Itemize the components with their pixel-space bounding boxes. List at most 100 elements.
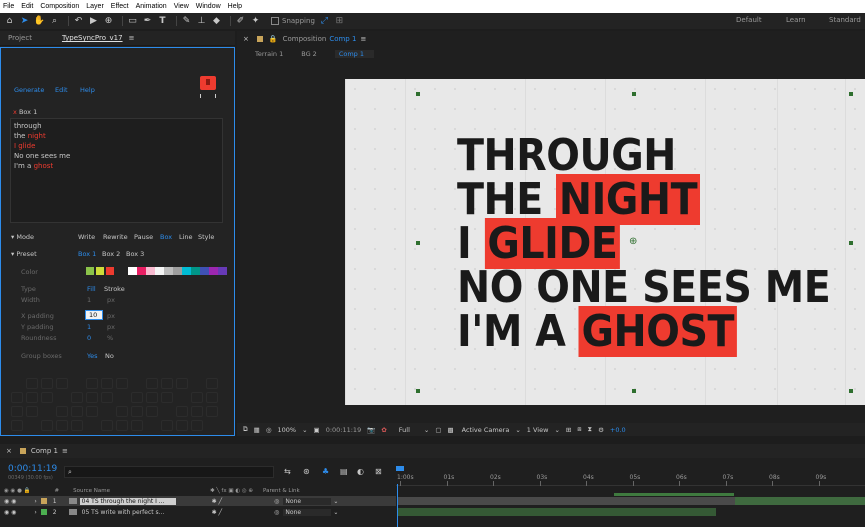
viewer-comp-name[interactable]: Comp 1 (329, 35, 356, 43)
nav-help[interactable]: Help (80, 86, 95, 94)
box-tab[interactable]: x Box 1 (13, 108, 37, 116)
layer-label-color[interactable] (40, 498, 47, 504)
x-padding-input[interactable]: 10 (85, 310, 103, 320)
motion-blur-icon[interactable]: ◐ (357, 467, 364, 476)
color-swatch[interactable] (137, 267, 146, 275)
roto-brush-tool-icon[interactable]: ✐ (235, 16, 246, 27)
box-close-icon[interactable]: x (13, 108, 17, 116)
viewer-close-icon[interactable]: × (243, 35, 249, 43)
width-value[interactable]: 1 (87, 296, 91, 304)
bbox-handle[interactable] (849, 92, 853, 96)
menu-layer[interactable]: Layer (86, 3, 104, 10)
toggle-pixel-icon[interactable]: ⊞ (566, 426, 571, 434)
lyrics-textarea[interactable]: through the night I glide No one sees me… (10, 118, 223, 223)
bbox-handle[interactable] (416, 389, 420, 393)
color-swatch[interactable] (146, 267, 155, 275)
layer-bar-segment[interactable] (735, 497, 865, 505)
type-stroke[interactable]: Stroke (104, 285, 125, 293)
mode-rewrite[interactable]: Rewrite (103, 233, 128, 241)
eraser-tool-icon[interactable]: ◆ (211, 16, 222, 27)
group-boxes-yes[interactable]: Yes (87, 352, 98, 360)
color-swatch[interactable] (128, 267, 137, 275)
layer-label-color[interactable] (40, 509, 47, 515)
mode-line[interactable]: Line (179, 233, 193, 241)
expand-chevron-icon[interactable]: › (34, 498, 36, 505)
breadcrumb-comp[interactable]: Comp 1 (334, 50, 374, 58)
layer-switches-icon[interactable]: ✱ ╱ (212, 498, 223, 505)
resolution-select[interactable]: Full (399, 426, 410, 434)
zoom-tool-icon[interactable]: ⌕ (49, 16, 60, 27)
bbox-handle[interactable] (849, 389, 853, 393)
timeline-search-input[interactable]: ⌕ (64, 466, 274, 478)
layer-row[interactable]: ◉ ◉ › 1 04 TS through the night I ... ✱ … (0, 496, 396, 506)
parent-select[interactable]: None (283, 508, 332, 516)
work-area-start-handle[interactable] (396, 466, 404, 471)
group-boxes-no[interactable]: No (105, 352, 114, 360)
flowchart-icon[interactable]: ⧗ (587, 425, 592, 434)
current-time[interactable]: 0:00:11:19 (326, 426, 362, 434)
color-swatch[interactable] (191, 267, 200, 275)
mode-write[interactable]: Write (78, 233, 95, 241)
workspace-default[interactable]: Default (736, 16, 762, 24)
bbox-handle[interactable] (849, 241, 853, 245)
workspace-standard[interactable]: Standard (829, 16, 861, 24)
color-swatch[interactable] (209, 267, 218, 275)
visibility-icon[interactable]: ◉ ◉ (4, 509, 16, 516)
preset-box-2[interactable]: Box 2 (102, 250, 120, 258)
tab-project[interactable]: Project (8, 34, 32, 42)
layer-name[interactable]: 04 TS through the night I ... (79, 497, 176, 505)
lock-icon[interactable]: 🔒 (269, 35, 278, 43)
draft-3d-toggle-icon[interactable]: ⊛ (303, 467, 310, 476)
shy-layers-icon[interactable]: ♣ (322, 467, 329, 476)
camera-dropdown-icon[interactable]: ⌄ (515, 426, 520, 434)
brush-tool-icon[interactable]: ✎ (181, 16, 192, 27)
visibility-icon[interactable]: ◉ ◉ (4, 498, 16, 505)
graph-editor-icon[interactable]: ⊠ (375, 467, 382, 476)
panel-menu-icon[interactable]: ≡ (129, 34, 135, 42)
mode-box[interactable]: Box (160, 233, 172, 241)
menu-file[interactable]: File (3, 3, 14, 10)
expand-chevron-icon[interactable]: › (34, 509, 36, 516)
parent-pickwhip-icon[interactable]: ◎ (274, 498, 279, 505)
pan-behind-tool-icon[interactable]: ⊕ (103, 16, 114, 27)
color-swatch[interactable] (96, 267, 104, 275)
comp-mini-flowchart-icon[interactable]: ⇆ (284, 467, 291, 476)
snapping-toggle[interactable]: Snapping ⤢ ⊞ (271, 16, 349, 27)
region-icon[interactable]: ▣ (314, 426, 320, 434)
bbox-handle[interactable] (632, 389, 636, 393)
timeline-tab-label[interactable]: Comp 1 (31, 447, 58, 455)
fast-preview-icon[interactable]: ⚙ (598, 426, 604, 434)
y-padding-value[interactable]: 1 (87, 323, 91, 331)
menu-edit[interactable]: Edit (21, 3, 33, 10)
color-swatch[interactable] (155, 267, 164, 275)
home-icon[interactable]: ⌂ (4, 16, 15, 27)
timeline-timecode[interactable]: 0:00:11:19 (8, 464, 57, 474)
timeline-menu-icon[interactable]: ≡ (62, 447, 68, 455)
mode-style[interactable]: Style (198, 233, 214, 241)
menu-window[interactable]: Window (196, 3, 221, 10)
playhead[interactable] (397, 484, 398, 527)
mask-view-icon[interactable]: ◎ (266, 426, 272, 434)
resolution-dropdown-icon[interactable]: ⌄ (424, 426, 429, 434)
preset-box-1[interactable]: Box 1 (78, 250, 96, 258)
parent-dropdown-icon[interactable]: ⌄ (333, 509, 338, 516)
breadcrumb-terrain[interactable]: Terrain 1 (255, 50, 283, 58)
selection-tool-icon[interactable]: ➤ (19, 16, 30, 27)
color-swatch[interactable] (182, 267, 191, 275)
bbox-handle[interactable] (632, 92, 636, 96)
timeline-close-icon[interactable]: × (6, 447, 12, 455)
clone-stamp-tool-icon[interactable]: ⊥ (196, 16, 207, 27)
roundness-value[interactable]: 0 (87, 334, 91, 342)
source-name-header[interactable]: Source Name (73, 488, 110, 494)
mode-pause[interactable]: Pause (134, 233, 153, 241)
nav-edit[interactable]: Edit (55, 86, 68, 94)
anchor-point-icon[interactable]: ⊕ (629, 237, 639, 247)
roi-icon[interactable]: ▢ (435, 426, 441, 434)
menu-composition[interactable]: Composition (40, 3, 79, 10)
color-swatch[interactable] (200, 267, 209, 275)
bbox-handle[interactable] (416, 92, 420, 96)
layer-row[interactable]: ◉ ◉ › 2 05 TS write with perfect s... ✱ … (0, 507, 396, 517)
snapping-checkbox[interactable] (271, 17, 279, 25)
color-swatch[interactable] (106, 267, 114, 275)
parent-dropdown-icon[interactable]: ⌄ (333, 498, 338, 505)
